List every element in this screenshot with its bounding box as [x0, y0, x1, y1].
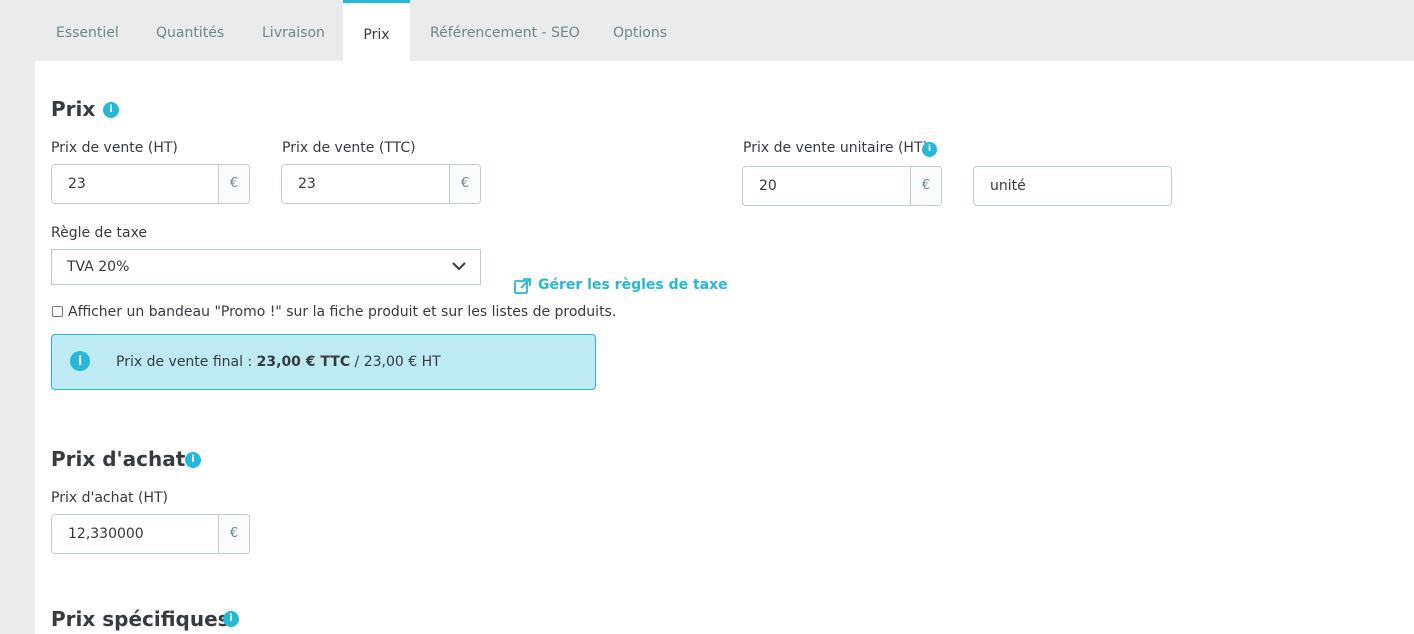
manage-tax-rules-link[interactable]: Gérer les règles de taxe: [514, 277, 728, 297]
prix-section-title: Prix: [51, 97, 96, 121]
purchase-price-info-icon[interactable]: i: [185, 452, 201, 468]
purchase-price-currency: €: [218, 515, 249, 553]
final-price-ttc: 23,00 € TTC: [256, 354, 351, 370]
tab-options[interactable]: Options: [613, 0, 667, 61]
unit-price-group: €: [742, 166, 942, 206]
unit-price-currency: €: [910, 167, 941, 205]
purchase-price-section-title: Prix d'achat: [51, 447, 186, 471]
promo-checkbox[interactable]: [52, 306, 63, 317]
specific-prices-info-icon[interactable]: i: [223, 611, 239, 627]
sale-price-ttc-label: Prix de vente (TTC): [282, 140, 416, 156]
info-icon: i: [70, 351, 90, 371]
final-price-suffix: / 23,00 € HT: [350, 354, 441, 370]
tax-rule-label: Règle de taxe: [51, 225, 148, 241]
prix-info-icon[interactable]: i: [103, 102, 119, 118]
purchase-price-label: Prix d'achat (HT): [51, 490, 168, 506]
purchase-price-input[interactable]: [52, 515, 218, 553]
sale-price-ht-group: €: [51, 164, 250, 204]
sale-price-ht-label: Prix de vente (HT): [51, 140, 178, 156]
sale-price-ht-currency: €: [218, 165, 249, 203]
sale-price-ttc-input[interactable]: [282, 165, 449, 203]
tab-livraison[interactable]: Livraison: [262, 0, 325, 61]
unit-price-info-icon[interactable]: i: [922, 142, 937, 157]
sale-price-ttc-group: €: [281, 164, 481, 204]
final-price-prefix: Prix de vente final :: [116, 354, 257, 370]
chevron-down-icon: [452, 262, 466, 271]
specific-prices-section-title: Prix spécifiques: [51, 607, 230, 631]
purchase-price-group: €: [51, 514, 250, 554]
final-price-text: Prix de vente final : 23,00 € TTC / 23,0…: [116, 335, 441, 389]
promo-checkbox-label[interactable]: Afficher un bandeau "Promo !" sur la fic…: [68, 304, 616, 320]
sale-price-ht-input[interactable]: [52, 165, 218, 203]
tab-prix[interactable]: Prix: [343, 0, 410, 61]
external-link-icon: [514, 278, 531, 294]
tab-quantites[interactable]: Quantités: [156, 0, 224, 61]
tax-rule-selected: TVA 20%: [67, 259, 130, 275]
final-price-alert: i Prix de vente final : 23,00 € TTC / 23…: [51, 334, 596, 390]
tab-referencement-seo[interactable]: Référencement - SEO: [430, 0, 580, 61]
tab-essentiel[interactable]: Essentiel: [56, 0, 119, 61]
manage-tax-rules-label: Gérer les règles de taxe: [538, 277, 728, 293]
unit-name-input[interactable]: [973, 166, 1172, 206]
tab-bar: Essentiel Quantités Livraison Prix Référ…: [0, 0, 1414, 61]
tax-rule-select[interactable]: TVA 20%: [51, 249, 481, 285]
unit-price-label: Prix de vente unitaire (HT): [743, 140, 928, 156]
sale-price-ttc-currency: €: [449, 165, 480, 203]
unit-price-input[interactable]: [743, 167, 910, 205]
